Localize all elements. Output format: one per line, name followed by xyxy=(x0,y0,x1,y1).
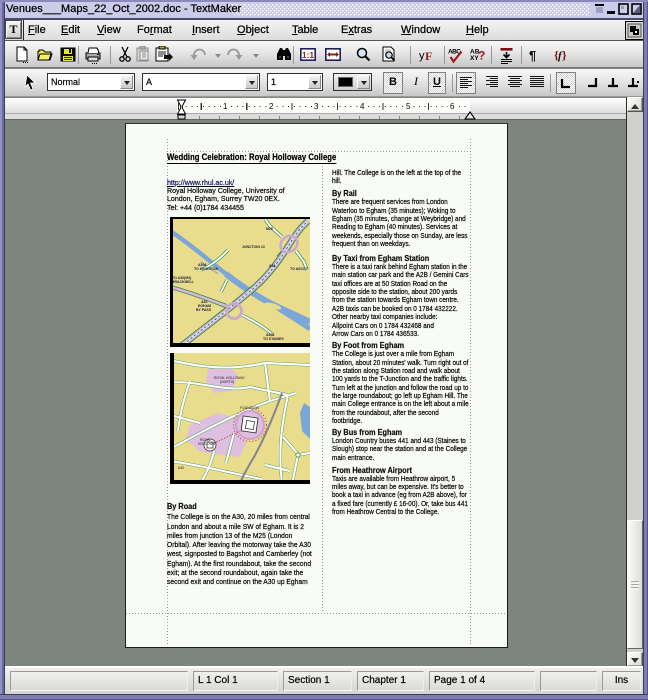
svg-text:TO STAINES: TO STAINES xyxy=(263,337,284,341)
svg-text:BRACKNELL: BRACKNELL xyxy=(172,280,195,284)
svg-text:TO KINGSTON: TO KINGSTON xyxy=(194,267,219,271)
svg-text:FOUNDERS: FOUNDERS xyxy=(240,406,260,410)
svg-text:BY PASS: BY PASS xyxy=(196,308,212,312)
svg-text:JUNCTION 13: JUNCTION 13 xyxy=(242,245,265,249)
svg-text:1:1: 1:1 xyxy=(302,50,315,60)
svg-text:HOLLOWAY: HOLLOWAY xyxy=(198,442,218,446)
svg-text:M25: M25 xyxy=(266,227,273,231)
svg-text:A30: A30 xyxy=(178,466,184,470)
svg-text:¶: ¶ xyxy=(529,48,536,63)
svg-text:TO ASCOT: TO ASCOT xyxy=(290,267,309,271)
svg-text:A30: A30 xyxy=(269,264,275,268)
svg-text:F: F xyxy=(425,49,432,63)
svg-text:?: ? xyxy=(478,49,485,63)
svg-text:(NORTH): (NORTH) xyxy=(220,380,234,384)
svg-text:}: } xyxy=(562,48,567,62)
